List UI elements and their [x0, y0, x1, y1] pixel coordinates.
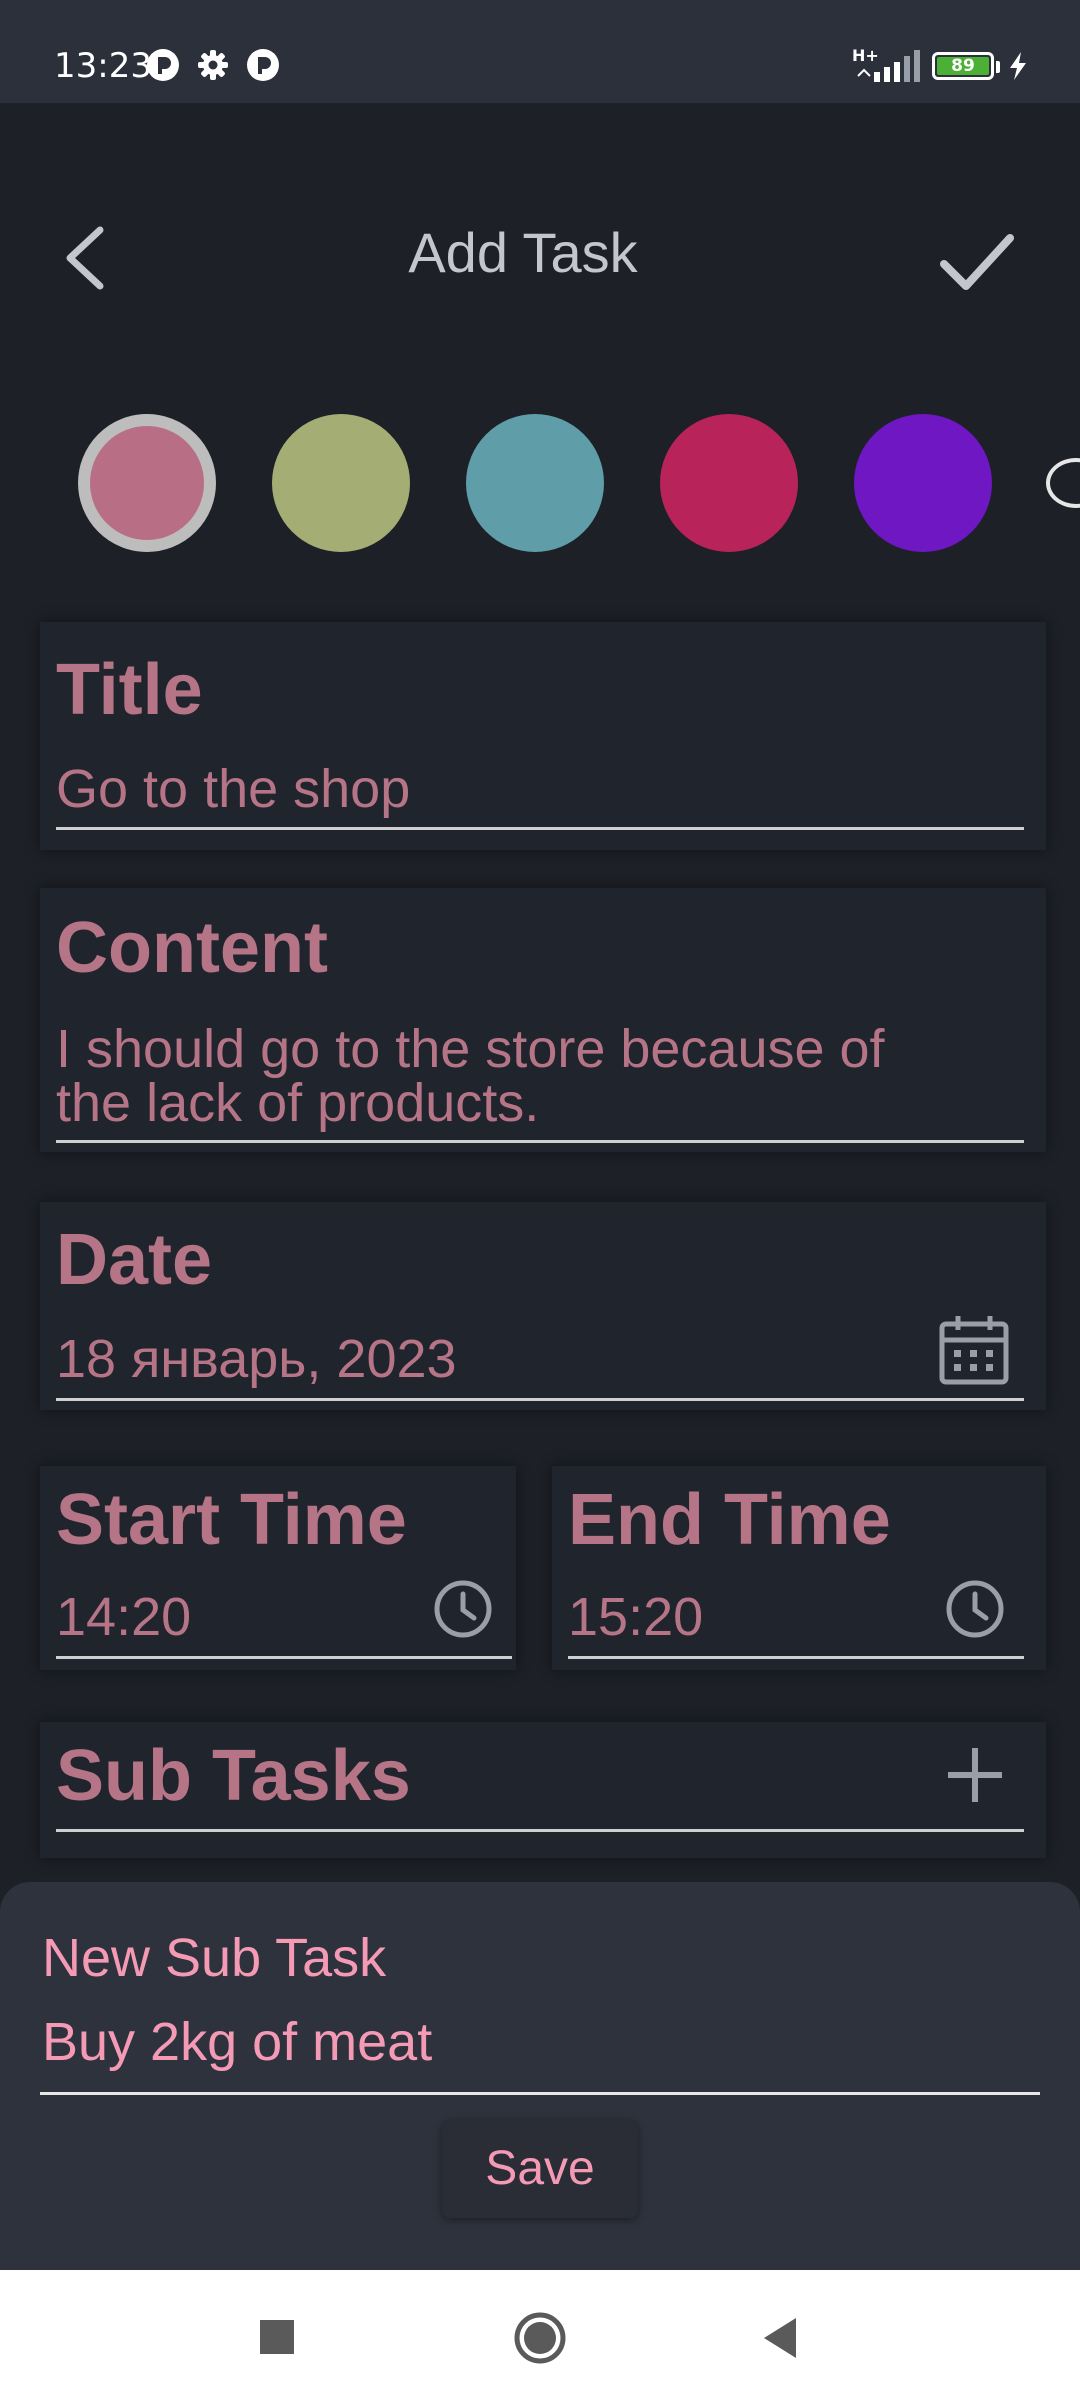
calendar-icon[interactable] [938, 1314, 1010, 1386]
content-underline [56, 1140, 1024, 1143]
sub-tasks-underline [56, 1829, 1024, 1832]
end-time-input[interactable]: 15:20 [568, 1590, 703, 1644]
battery-icon: 89 [932, 52, 994, 80]
end-time-underline [568, 1656, 1024, 1659]
color-option-5[interactable] [1046, 458, 1080, 508]
new-sub-task-sheet: New Sub Task Save [0, 1882, 1080, 2270]
date-label: Date [56, 1220, 213, 1300]
new-sub-task-input[interactable] [42, 2010, 1032, 2074]
plus-icon[interactable] [944, 1744, 1006, 1806]
color-option-2[interactable] [466, 414, 604, 552]
battery-tip [996, 61, 1000, 73]
battery-level: 89 [937, 57, 989, 75]
content-line-2: the lack of products. [56, 1073, 540, 1133]
title-underline [56, 827, 1024, 830]
status-time: 13:23 [54, 46, 152, 86]
color-option-1[interactable] [272, 414, 410, 552]
new-sub-task-underline [40, 2092, 1040, 2095]
new-sub-task-label: New Sub Task [42, 1928, 387, 1988]
title-input[interactable]: Go to the shop [56, 762, 410, 816]
date-input[interactable]: 18 январь, 2023 [56, 1332, 457, 1386]
sub-tasks-label: Sub Tasks [56, 1736, 411, 1816]
clock-icon[interactable] [432, 1578, 494, 1640]
status-bar: 13:23 H+ 89 [0, 0, 1080, 103]
confirm-button[interactable] [930, 222, 1020, 302]
content-line-1: I should go to the store because of [56, 1019, 885, 1079]
color-option-4[interactable] [854, 414, 992, 552]
title-label: Title [56, 650, 203, 730]
start-time-underline [56, 1656, 512, 1659]
color-option-3[interactable] [660, 414, 798, 552]
content-label: Content [56, 908, 328, 988]
back-triangle-icon[interactable] [752, 2308, 812, 2368]
charging-icon [1010, 52, 1026, 80]
color-option-0[interactable] [78, 414, 216, 552]
p-icon [247, 49, 279, 81]
signal-icon [857, 50, 920, 82]
clock-icon[interactable] [944, 1578, 1006, 1640]
recents-square-icon[interactable] [248, 2308, 308, 2368]
gear-icon [198, 50, 228, 80]
checkmark-icon [940, 234, 1014, 290]
save-button[interactable]: Save [442, 2120, 638, 2218]
color-picker [0, 414, 1080, 554]
system-nav-bar [0, 2270, 1080, 2400]
date-underline [56, 1398, 1024, 1401]
p-icon [147, 49, 179, 81]
page-title: Add Task [408, 221, 638, 284]
end-time-label: End Time [568, 1480, 891, 1560]
home-circle-icon[interactable] [510, 2308, 570, 2368]
start-time-label: Start Time [56, 1480, 407, 1560]
start-time-input[interactable]: 14:20 [56, 1590, 191, 1644]
